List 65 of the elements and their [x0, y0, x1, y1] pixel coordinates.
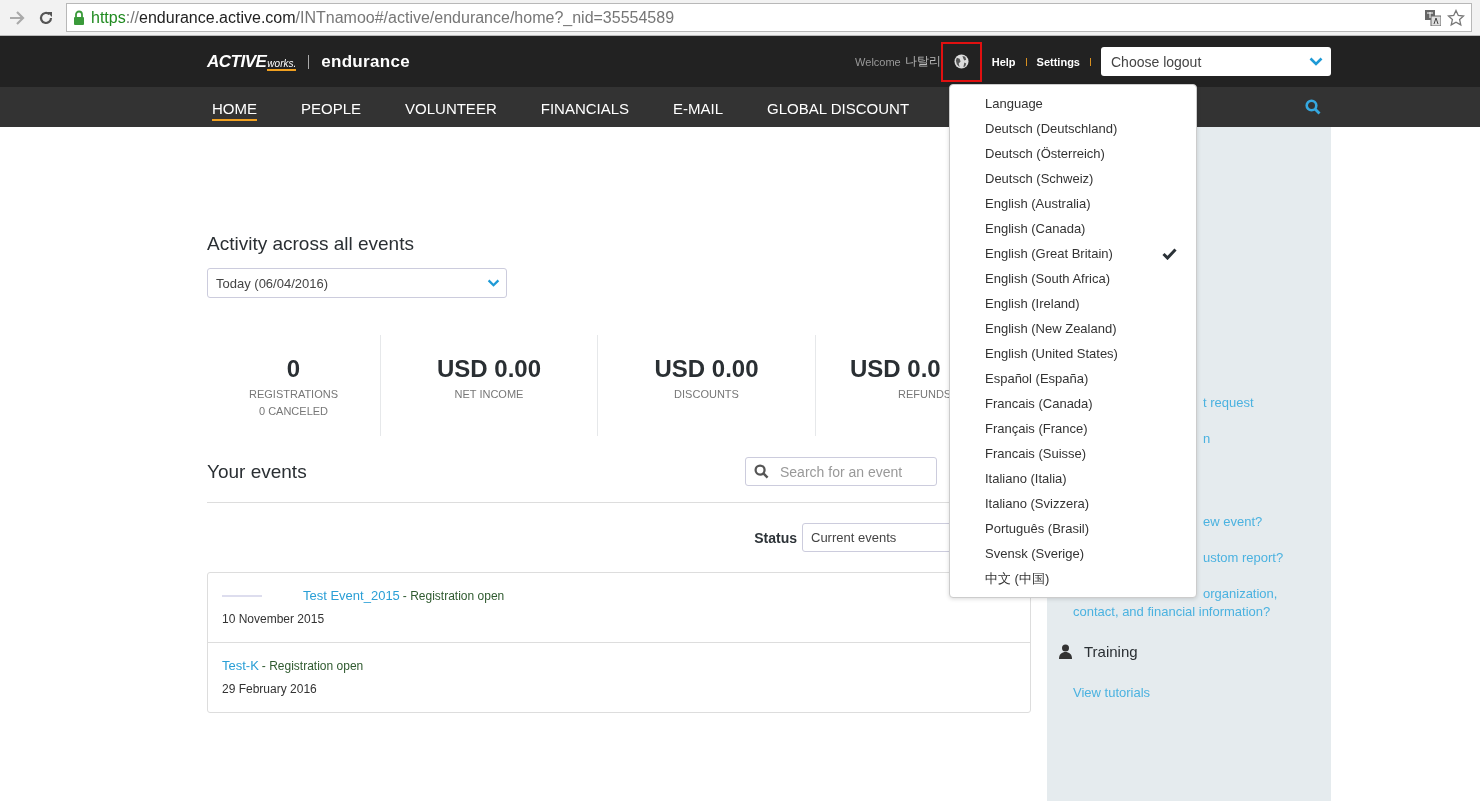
language-option[interactable]: English (South Africa) [985, 266, 1196, 291]
lock-icon [73, 10, 85, 25]
stat-value: USD 0.00 [654, 355, 759, 383]
separator [1090, 57, 1091, 66]
language-option[interactable]: Deutsch (Deutschland) [985, 116, 1196, 141]
language-option[interactable]: English (Canada) [985, 216, 1196, 241]
separator [1025, 57, 1027, 66]
redacted-mark [222, 594, 262, 597]
event-search-field[interactable]: Search for an event [745, 457, 937, 486]
language-option[interactable]: English (Ireland) [985, 291, 1196, 316]
event-status: - Registration open [261, 659, 364, 673]
search-icon [754, 464, 769, 479]
language-option[interactable]: Español (España) [985, 366, 1196, 391]
language-button[interactable] [940, 41, 982, 82]
language-option[interactable]: Deutsch (Österreich) [985, 141, 1196, 166]
user-name: 나탈리 [904, 53, 941, 70]
stat-label: REGISTRATIONS [249, 388, 338, 400]
language-option[interactable]: Francais (Suisse) [985, 441, 1196, 466]
chevron-down-icon [1309, 57, 1323, 66]
stat-value: USD 0.00 [436, 355, 542, 383]
menu-title: Language [985, 95, 1044, 113]
stat-sublabel: 0 CANCELED [258, 405, 329, 417]
event-date: 29 February 2016 [222, 682, 318, 696]
language-option[interactable]: Français (France) [985, 416, 1196, 441]
stat-label: DISCOUNTS [674, 388, 739, 400]
nav-tab[interactable]: GLOBAL DISCOUNT [767, 95, 910, 121]
language-option[interactable]: Deutsch (Schweiz) [985, 166, 1196, 191]
status-label: Status [754, 529, 797, 546]
separator [308, 54, 310, 69]
section-title: Your events [207, 460, 307, 483]
language-option[interactable]: English (Great Britain) [985, 241, 1196, 266]
stat-value: 0 [286, 355, 301, 383]
language-option[interactable]: Italiano (Italia) [985, 466, 1196, 491]
logout-select[interactable]: Choose logout [1101, 47, 1331, 76]
stat-label: REFUNDS [898, 388, 952, 400]
welcome-text: Welcome [855, 55, 901, 68]
period-select[interactable]: Today (06/04/2016) [207, 268, 507, 298]
event-status: - Registration open [402, 589, 505, 603]
language-option[interactable]: English (Australia) [985, 191, 1196, 216]
globe-icon [953, 54, 969, 69]
address-bar[interactable]: https://endurance.active.com/INTnamoo#/active/endurance/home?_nid=35554589 [66, 3, 1472, 32]
training-title: Training [1084, 643, 1138, 660]
nav-tab[interactable]: HOME [212, 95, 257, 121]
search-icon[interactable] [1305, 99, 1321, 115]
event-date: 10 November 2015 [222, 612, 326, 626]
product-name: endurance [321, 51, 410, 72]
stat-label: NET INCOME [454, 388, 524, 400]
header-link[interactable]: Help [991, 55, 1016, 68]
header-link[interactable]: Settings [1036, 55, 1080, 68]
activeworks-logo[interactable]: ACTIVEworks. [207, 51, 297, 72]
star-icon[interactable] [1447, 8, 1465, 27]
language-option[interactable]: English (New Zealand) [985, 316, 1196, 341]
language-option[interactable]: English (United States) [985, 341, 1196, 366]
person-icon [1059, 644, 1072, 659]
translate-icon[interactable] [1425, 9, 1441, 26]
language-option[interactable]: 中文 (中国) [985, 566, 1196, 591]
nav-tab[interactable]: PEOPLE [301, 95, 362, 121]
stat-value: USD 0.0 [850, 355, 941, 383]
language-option[interactable]: Francais (Canada) [985, 391, 1196, 416]
language-option[interactable]: Italiano (Svizzera) [985, 491, 1196, 516]
nav-tab[interactable]: VOLUNTEER [405, 95, 497, 121]
nav-tab[interactable]: FINANCIALS [540, 95, 630, 121]
reload-icon[interactable] [38, 9, 54, 26]
chevron-down-icon [487, 279, 500, 287]
nav-tab[interactable]: E-MAIL [673, 95, 724, 121]
